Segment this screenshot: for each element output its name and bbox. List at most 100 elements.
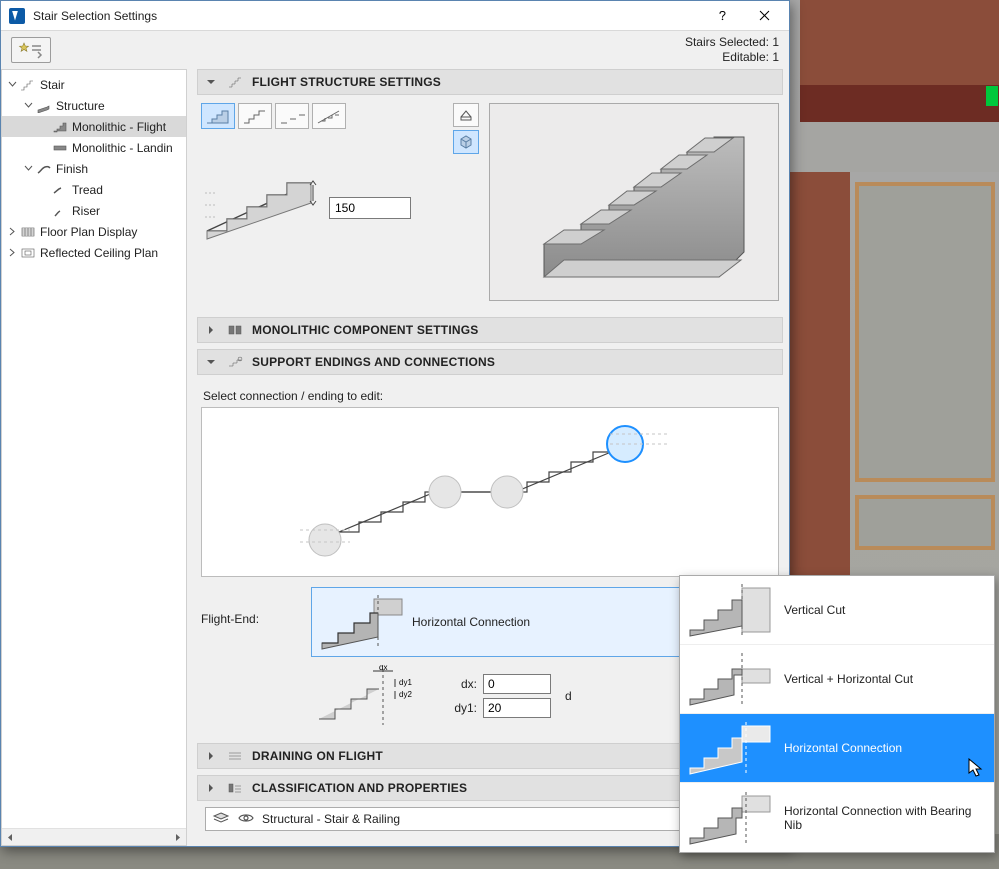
tree-item-rcp[interactable]: Reflected Ceiling Plan	[2, 242, 186, 263]
tree-item-tread[interactable]: Tread	[2, 179, 186, 200]
popup-label: Vertical + Horizontal Cut	[784, 672, 986, 686]
tree-item-riser[interactable]: Riser	[2, 200, 186, 221]
tree-label: Reflected Ceiling Plan	[38, 246, 158, 260]
flight-end-popup: Vertical Cut Vertical + Horizontal Cut H…	[679, 575, 995, 853]
thickness-input[interactable]	[329, 197, 411, 219]
svg-text:dx: dx	[379, 665, 387, 672]
dx-input[interactable]	[483, 674, 551, 694]
popup-item-horizontal-connection[interactable]: Horizontal Connection	[680, 714, 994, 783]
component-icon	[226, 323, 244, 337]
sidebar-hscrollbar[interactable]	[2, 828, 186, 845]
structure-icon	[34, 99, 54, 113]
stair-icon	[18, 78, 38, 92]
section-support-endings[interactable]: SUPPORT ENDINGS AND CONNECTIONS	[197, 349, 783, 375]
flight-structure-panel	[197, 95, 783, 311]
classification-icon	[226, 781, 244, 795]
scroll-left-icon[interactable]	[2, 829, 19, 846]
layer-icon	[212, 811, 230, 828]
monolithic-landing-icon	[50, 141, 70, 155]
close-button[interactable]	[743, 2, 785, 30]
finish-icon	[34, 162, 54, 176]
tree-item-monolithic-landing[interactable]: Monolithic - Landin	[2, 137, 186, 158]
selection-status: Stairs Selected: 1 Editable: 1	[685, 35, 779, 65]
tree-item-monolithic-flight[interactable]: Monolithic - Flight	[2, 116, 186, 137]
mode-3d[interactable]	[453, 130, 479, 154]
layer-name: Structural - Stair & Railing	[262, 812, 676, 826]
chevron-right-icon	[204, 323, 218, 337]
riser-icon	[50, 204, 70, 218]
help-button[interactable]	[701, 2, 743, 30]
section-label: MONOLITHIC COMPONENT SETTINGS	[252, 323, 478, 337]
flight-structure-icon	[226, 75, 244, 89]
section-flight-structure[interactable]: FLIGHT STRUCTURE SETTINGS	[197, 69, 783, 95]
tree-label: Structure	[54, 99, 105, 113]
favorites-button[interactable]	[11, 37, 51, 63]
tree-label: Floor Plan Display	[38, 225, 137, 239]
tree-item-stair[interactable]: Stair	[2, 74, 186, 95]
chevron-right-icon	[204, 781, 218, 795]
popup-label: Horizontal Connection	[784, 741, 986, 755]
stair-settings-dialog: Stair Selection Settings Stairs Selected…	[0, 0, 790, 847]
structure-option-beam-side[interactable]	[238, 103, 272, 129]
tree-item-finish[interactable]: Finish	[2, 158, 186, 179]
app-icon	[9, 8, 25, 24]
tree-item-floor-plan[interactable]: Floor Plan Display	[2, 221, 186, 242]
preview-3d	[489, 103, 779, 301]
horizontal-connection-icon	[684, 720, 776, 776]
tree-label: Tread	[70, 183, 103, 197]
tree-label: Stair	[38, 78, 65, 92]
section-label: SUPPORT ENDINGS AND CONNECTIONS	[252, 355, 495, 369]
dx-label: dx:	[449, 677, 477, 691]
popup-item-horizontal-connection-bearing-nib[interactable]: Horizontal Connection with Bearing Nib	[680, 783, 994, 852]
topbar: Stairs Selected: 1 Editable: 1	[1, 31, 789, 69]
popup-label: Horizontal Connection with Bearing Nib	[784, 804, 986, 832]
settings-tree: Stair Structure Monolithic - Flight Mono…	[1, 69, 187, 846]
view-mode-buttons	[453, 103, 479, 154]
tree-item-structure[interactable]: Structure	[2, 95, 186, 116]
status-line-1: Stairs Selected: 1	[685, 35, 779, 50]
structure-option-stringer[interactable]	[312, 103, 346, 129]
popup-item-vertical-cut[interactable]: Vertical Cut	[680, 576, 994, 645]
section-monolithic-component[interactable]: MONOLITHIC COMPONENT SETTINGS	[197, 317, 783, 343]
section-label: CLASSIFICATION AND PROPERTIES	[252, 781, 467, 795]
status-line-2: Editable: 1	[685, 50, 779, 65]
layer-combo[interactable]: Structural - Stair & Railing	[205, 807, 699, 831]
vertical-cut-icon	[684, 582, 776, 638]
flight-end-label: Flight-End:	[201, 587, 311, 626]
chevron-down-icon	[204, 355, 218, 369]
eye-icon	[238, 812, 254, 827]
svg-text:dy2: dy2	[399, 690, 412, 699]
section-label: FLIGHT STRUCTURE SETTINGS	[252, 75, 441, 89]
dy1-input[interactable]	[483, 698, 551, 718]
popup-item-vertical-horizontal-cut[interactable]: Vertical + Horizontal Cut	[680, 645, 994, 714]
scroll-right-icon[interactable]	[169, 829, 186, 846]
draining-icon	[226, 749, 244, 763]
svg-text:dy1: dy1	[399, 678, 412, 687]
connection-canvas[interactable]	[201, 407, 779, 577]
endings-icon	[226, 355, 244, 369]
dy1-label: dy1:	[449, 701, 477, 715]
extra-d-label: d	[565, 689, 572, 703]
mode-2d[interactable]	[453, 103, 479, 127]
structure-type-options	[201, 103, 411, 129]
tread-icon	[50, 183, 70, 197]
structure-option-cantilever[interactable]	[275, 103, 309, 129]
structure-option-monolithic[interactable]	[201, 103, 235, 129]
select-connection-label: Select connection / ending to edit:	[203, 389, 779, 403]
vh-cut-icon	[684, 651, 776, 707]
monolithic-flight-icon	[50, 120, 70, 134]
thickness-diagram	[201, 171, 319, 244]
section-label: DRAINING ON FLIGHT	[252, 749, 383, 763]
dxdy-diagram: dx dy1 dy2	[311, 665, 441, 727]
tree-label: Finish	[54, 162, 88, 176]
chevron-right-icon	[204, 749, 218, 763]
flight-end-thumb-icon	[316, 593, 406, 651]
chevron-down-icon	[204, 75, 218, 89]
tree-label: Riser	[70, 204, 100, 218]
titlebar: Stair Selection Settings	[1, 1, 789, 31]
tree-label: Monolithic - Flight	[70, 120, 166, 134]
floor-plan-icon	[18, 225, 38, 239]
window-title: Stair Selection Settings	[33, 9, 701, 23]
popup-label: Vertical Cut	[784, 603, 986, 617]
bearing-nib-icon	[684, 790, 776, 846]
